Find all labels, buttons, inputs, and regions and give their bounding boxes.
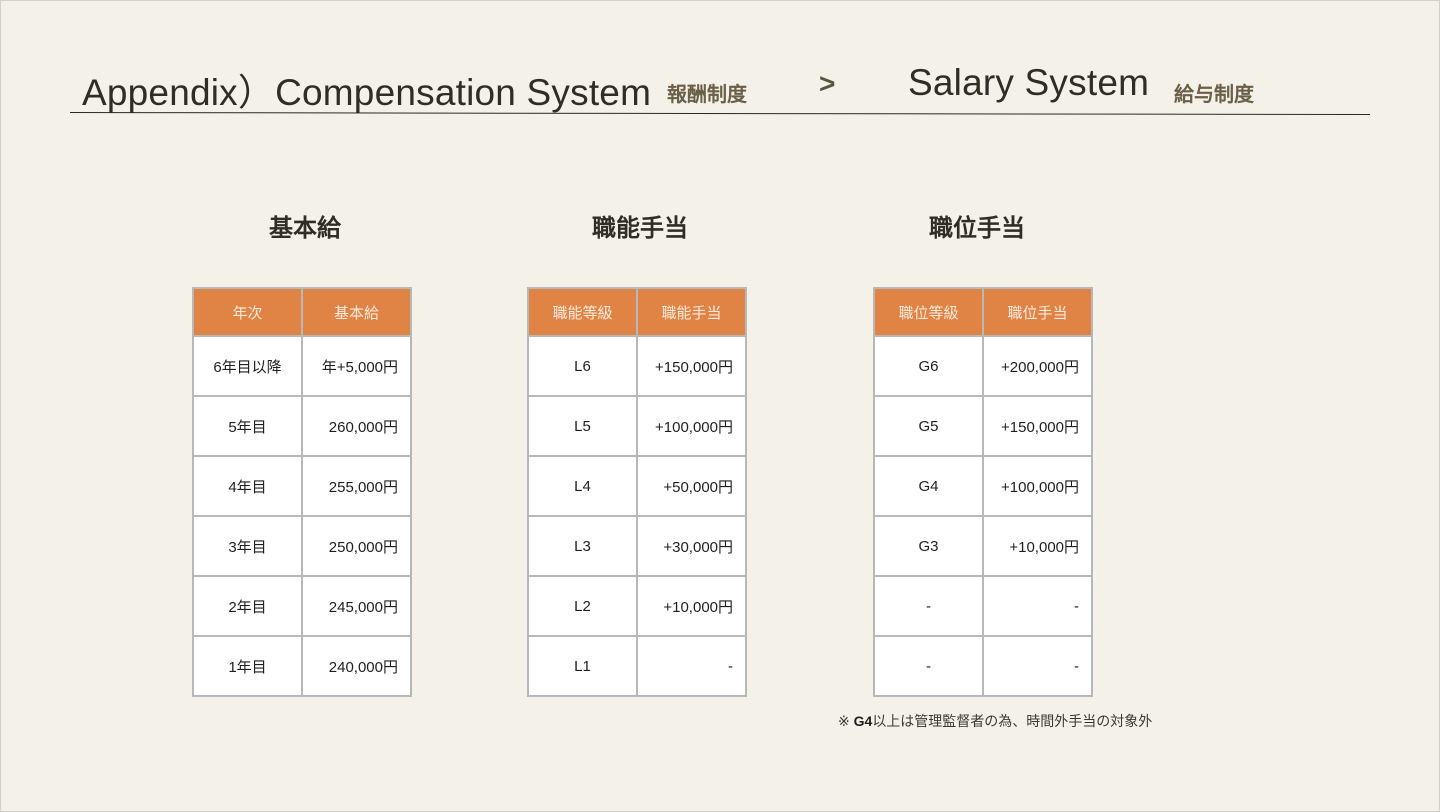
table-header-row: 職能等級 職能手当 xyxy=(527,287,747,337)
table-row: 4年目 255,000円 xyxy=(192,455,412,517)
table-cell: +10,000円 xyxy=(982,515,1093,577)
table-row: L1- xyxy=(527,635,747,697)
base-salary-table: 年次 基本給 6年目以降 年+5,000円 5年目 260,000円 4年目 255,… xyxy=(192,287,412,697)
table-cell: 2年目 xyxy=(192,575,303,637)
table-cell: 5年目 xyxy=(192,395,303,457)
table-row: L3 +30,000円 xyxy=(527,515,747,577)
table-cell: 1年目 xyxy=(192,635,303,697)
table-cell: - xyxy=(982,635,1093,697)
table-cell: 260,000円 xyxy=(301,395,412,457)
table-cell: 245,000円 xyxy=(301,575,412,637)
table-cell: G4 xyxy=(873,455,984,517)
table-row: 2年目 245,000円 xyxy=(192,575,412,637)
table-row: L6 +150,000円 xyxy=(527,335,747,397)
table-row: G5 +150,000円 xyxy=(873,395,1093,457)
position-allowance-table: 職位等級 職位手当 G6 +200,000円 G5 +150,000円 G4 +100… xyxy=(873,287,1093,697)
table-cell: +150,000円 xyxy=(636,335,747,397)
table-cell: +100,000円 xyxy=(982,455,1093,517)
section-title-sub: 給与制度 xyxy=(1174,84,1254,106)
footnote-text: 以上は管理監督者の為、時間外手当の対象外 xyxy=(872,713,1153,729)
table-cell: - xyxy=(873,635,984,697)
table-row: 5年目 260,000円 xyxy=(192,395,412,457)
column-header: 職位手当 xyxy=(982,287,1093,337)
table-cell: 3年目 xyxy=(192,515,303,577)
table-cell: 年+5,000円 xyxy=(301,335,412,397)
table-cell: 6年目以降 xyxy=(192,335,303,397)
table-row: 1年目 240,000円 xyxy=(192,635,412,697)
table-cell: L1 xyxy=(527,635,638,697)
table-row: L5 +100,000円 xyxy=(527,395,747,457)
column-header: 職位等級 xyxy=(873,287,984,337)
table-cell: +10,000円 xyxy=(636,575,747,637)
slide-header: Appendix）Compensation System 報酬制度 > Sala… xyxy=(82,62,1372,113)
table-row: -- xyxy=(873,635,1093,697)
table-cell: +150,000円 xyxy=(982,395,1093,457)
table-cell: G3 xyxy=(873,515,984,577)
column-header: 職能等級 xyxy=(527,287,638,337)
skill-allowance-table: 職能等級 職能手当 L6 +150,000円 L5 +100,000円 L4 +50,… xyxy=(527,287,747,697)
column-header: 職能手当 xyxy=(636,287,747,337)
table-cell: - xyxy=(873,575,984,637)
section-title: Salary System xyxy=(908,62,1150,103)
table-row: G3 +10,000円 xyxy=(873,515,1093,577)
table-row: 3年目 250,000円 xyxy=(192,515,412,577)
table-cell: +30,000円 xyxy=(636,515,747,577)
table-cell: +200,000円 xyxy=(982,335,1093,397)
table-cell: L5 xyxy=(527,395,638,457)
table-header-row: 年次 基本給 xyxy=(192,287,412,337)
table-cell: G6 xyxy=(873,335,984,397)
table-header-row: 職位等級 職位手当 xyxy=(873,287,1093,337)
position-allowance-title: 職位手当 xyxy=(929,215,1025,242)
footnote-grade: G4 xyxy=(853,713,873,729)
table-row: 6年目以降 年+5,000円 xyxy=(192,335,412,397)
table-cell: G5 xyxy=(873,395,984,457)
table-cell: 4年目 xyxy=(192,455,303,517)
table-cell: L2 xyxy=(527,575,638,637)
table-cell: 255,000円 xyxy=(301,455,412,517)
table-cell: - xyxy=(636,635,747,697)
table-row: -- xyxy=(873,575,1093,637)
column-header: 基本給 xyxy=(301,287,412,337)
table-cell: 240,000円 xyxy=(301,635,412,697)
table-row: L4 +50,000円 xyxy=(527,455,747,517)
table-row: G6 +200,000円 xyxy=(873,335,1093,397)
page-title-sub: 報酬制度 xyxy=(667,84,747,106)
table-cell: L4 xyxy=(527,455,638,517)
table-cell: +50,000円 xyxy=(636,455,747,517)
table-row: G4 +100,000円 xyxy=(873,455,1093,517)
table-cell: +100,000円 xyxy=(636,395,747,457)
table-cell: L6 xyxy=(527,335,638,397)
base-salary-title: 基本給 xyxy=(269,215,341,242)
skill-allowance-title: 職能手当 xyxy=(592,215,688,242)
footnote: ※ G4以上は管理監督者の為、時間外手当の対象外 xyxy=(838,711,1152,731)
table-cell: - xyxy=(982,575,1093,637)
table-cell: L3 xyxy=(527,515,638,577)
table-cell: 250,000円 xyxy=(301,515,412,577)
breadcrumb-separator: > xyxy=(819,68,836,99)
page-title: Appendix）Compensation System xyxy=(82,72,652,113)
footnote-mark: ※ xyxy=(838,713,854,729)
table-row: L2 +10,000円 xyxy=(527,575,747,637)
column-header: 年次 xyxy=(192,287,303,337)
